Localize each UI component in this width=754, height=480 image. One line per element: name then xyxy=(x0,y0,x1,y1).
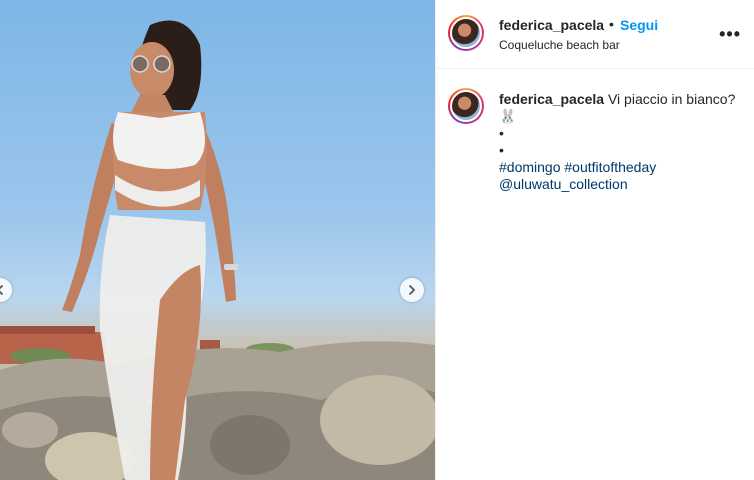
caption-dot-1: • xyxy=(499,125,504,141)
caption-username-link[interactable]: federica_pacela xyxy=(499,91,604,107)
caption-text: Vi piaccio in bianco? xyxy=(607,91,736,107)
rabbit-emoji-icon: 🐰 xyxy=(499,108,517,124)
separator-dot: • xyxy=(609,16,614,32)
more-options-icon[interactable]: ••• xyxy=(719,24,741,45)
post-header: federica_pacela • Segui Coqueluche beach… xyxy=(436,0,754,69)
caption-text-block: federica_pacela Vi piaccio in bianco? 🐰 … xyxy=(499,91,749,193)
avatar[interactable] xyxy=(448,15,484,51)
location-link[interactable]: Coqueluche beach bar xyxy=(499,38,620,52)
mention-link[interactable]: @uluwatu_collection xyxy=(499,176,749,193)
beach-photo-image xyxy=(0,20,435,480)
next-photo-button[interactable] xyxy=(400,278,424,302)
post-side-panel: federica_pacela • Segui Coqueluche beach… xyxy=(435,0,754,480)
header-username-link[interactable]: federica_pacela xyxy=(499,17,604,33)
caption-avatar[interactable] xyxy=(448,88,484,124)
chevron-left-icon xyxy=(0,285,3,295)
chevron-right-icon xyxy=(409,285,416,295)
hashtag-domingo-link[interactable]: #domingo xyxy=(499,159,561,175)
hashtag-outfitoftheday-link[interactable]: #outfitoftheday xyxy=(564,159,656,175)
post-photo[interactable] xyxy=(0,0,435,480)
caption-dot-2: • xyxy=(499,142,504,158)
follow-button[interactable]: Segui xyxy=(620,17,658,33)
